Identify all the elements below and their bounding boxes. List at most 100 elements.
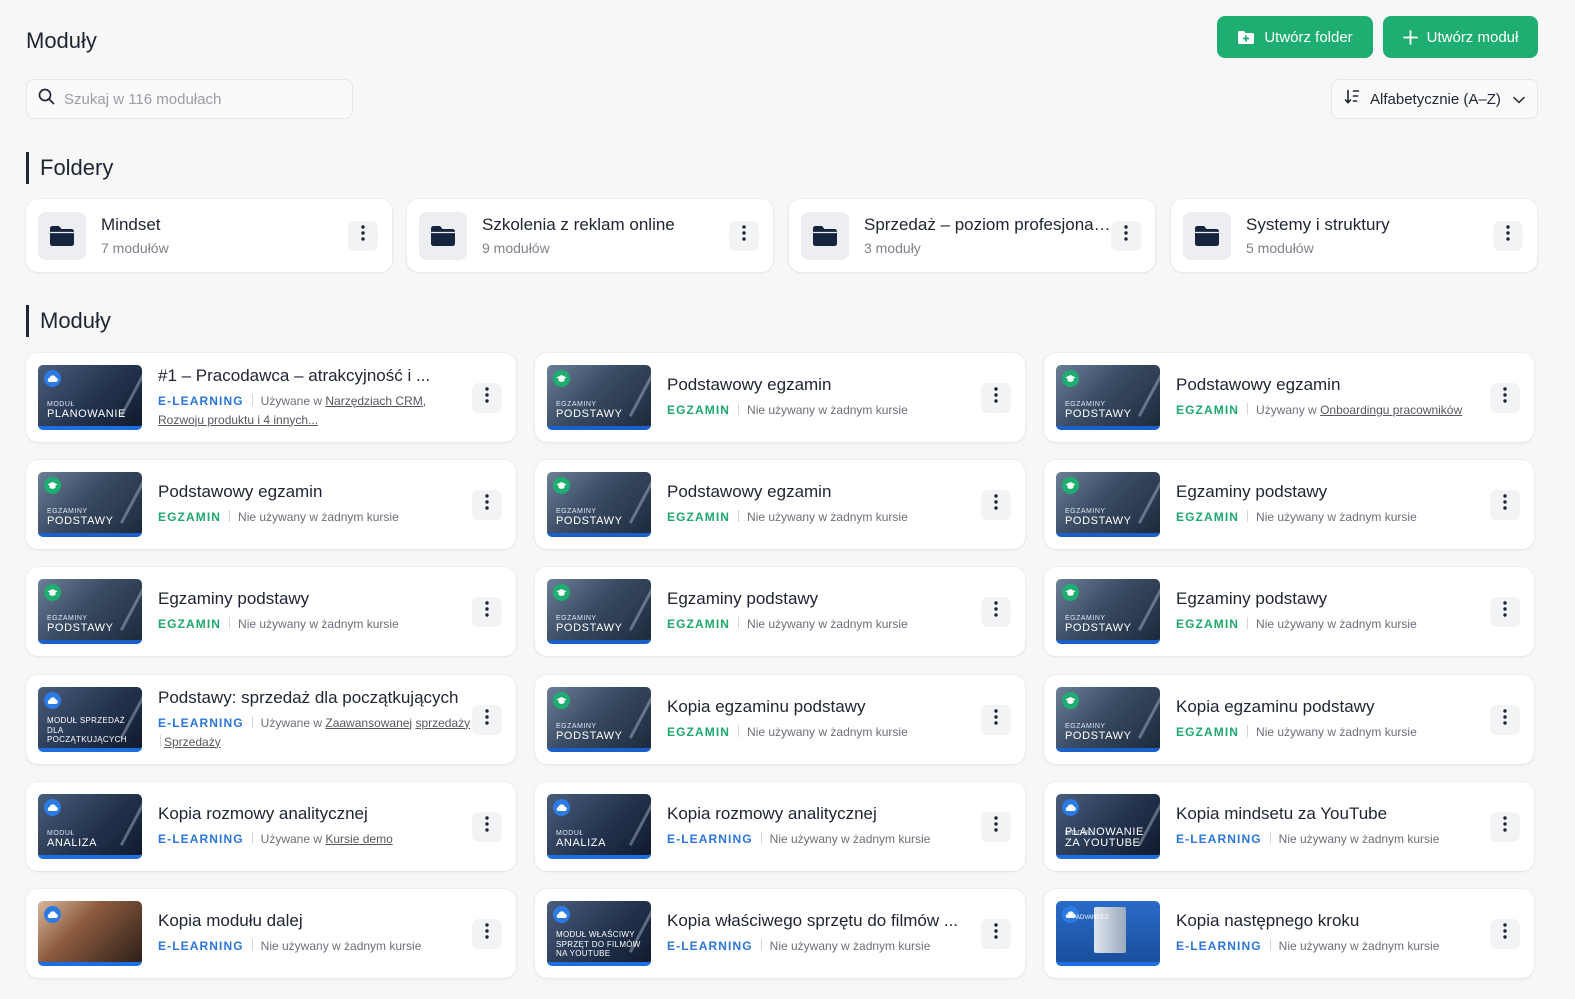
course-link[interactable]: Narzędziach CRM, [325,394,426,408]
module-menu-button[interactable] [981,811,1011,842]
module-menu-button[interactable] [981,489,1011,520]
module-meta: EGZAMIN Nie używany w żadnym kursie [667,615,981,634]
module-menu-button[interactable] [981,382,1011,413]
create-module-button[interactable]: Utwórz moduł [1383,16,1538,58]
course-link[interactable]: Rozwoju produktu i 4 innych... [158,413,318,427]
folder-card[interactable]: Szkolenia z reklam online 9 modułów [407,199,773,272]
module-meta: E-LEARNING Nie używany w żadnym kursie [1176,830,1490,849]
folder-text: Systemy i struktury 5 modułów [1246,215,1493,256]
thumbnail-caption: Egzaminy [556,723,597,730]
folder-count: 5 modułów [1246,240,1314,256]
module-card[interactable]: Egzaminy PODSTAWY Kopia egzaminu podstawy E… [1044,675,1534,764]
sort-label: Alfabetycznie (A–Z) [1370,90,1501,108]
module-menu-button[interactable] [472,382,502,413]
create-folder-label: Utwórz folder [1264,28,1353,46]
module-card[interactable]: Kopia modułu dalej E-LEARNING Nie używany … [26,889,516,978]
module-menu-button[interactable] [1490,382,1520,413]
create-folder-button[interactable]: Utwórz folder [1217,16,1373,58]
cloud-icon [553,906,570,923]
module-card[interactable]: Egzaminy PODSTAWY Egzaminy podstawy EGZAMIN… [1044,460,1534,549]
folder-icon [419,211,467,260]
module-thumbnail: Egzaminy PODSTAWY [38,579,142,644]
module-meta: E-LEARNING Nie używany w żadnym kursie [667,830,981,849]
module-text: Podstawowy egzamin EGZAMIN Nie używany w ż… [667,375,981,420]
module-usage-status: Nie używany w żadnym kursie [238,617,399,631]
module-menu-button[interactable] [472,596,502,627]
module-text: Podstawowy egzamin EGZAMIN Używany w Onboa… [1176,375,1490,420]
course-link[interactable]: Kursie demo [325,832,392,846]
folder-menu-button[interactable] [348,220,378,251]
module-menu-button[interactable] [472,489,502,520]
folder-menu-button[interactable] [1111,220,1141,251]
module-menu-button[interactable] [981,704,1011,735]
thumbnail-title: PODSTAWY [556,622,623,635]
module-type: EGZAMIN [1176,725,1240,739]
module-text: Kopia następnego kroku E-LEARNING Nie używ… [1176,911,1490,956]
folder-menu-button[interactable] [729,220,759,251]
module-title: Egzaminy podstawy [158,589,310,608]
module-card[interactable]: Moduł ANALIZA Kopia rozmowy analitycznej E-… [26,782,516,871]
graduation-cap-icon [44,477,61,494]
folder-card[interactable]: Systemy i struktury 5 modułów [1171,199,1537,272]
module-card[interactable]: Egzaminy PODSTAWY Egzaminy podstawy EGZAMIN… [1044,567,1534,656]
module-card[interactable]: Moduł PLANOWANIE #1 – Pracodawca – atrakcy… [26,353,516,442]
module-card[interactable]: Moduł ANALIZA Kopia rozmowy analitycznej E-… [535,782,1025,871]
module-card[interactable]: ADVANCED Kopia następnego kroku E-LEARNING… [1044,889,1534,978]
more-vertical-icon [1503,494,1507,515]
module-menu-button[interactable] [1490,489,1520,520]
thumbnail-caption: Egzaminy [1065,615,1106,622]
cloud-icon [553,799,570,816]
module-menu-button[interactable] [472,918,502,949]
thumbnail-title: PODSTAWY [556,515,623,528]
course-link[interactable]: Onboardingu pracowników [1320,403,1462,417]
more-vertical-icon [485,923,489,944]
course-link[interactable]: Sprzedaży [164,735,221,749]
module-usage-status: Nie używany w żadnym kursie [1278,832,1440,846]
module-thumbnail: Moduł ANALIZA [547,794,651,859]
folder-card[interactable]: Sprzedaż – poziom profesjonalny 3 moduły [789,199,1155,272]
thumbnail-title: PODSTAWY [556,408,623,421]
module-card[interactable]: Egzaminy PODSTAWY Podstawowy egzamin EGZAMI… [26,460,516,549]
more-vertical-icon [361,225,365,246]
module-meta: EGZAMIN Używany w Onboardingu pracowników [1176,401,1490,420]
thumbnail-caption: Egzaminy [47,508,88,515]
module-thumbnail: Egzaminy PODSTAWY [547,687,651,752]
module-card[interactable]: Moduł Właściwy sprzęt do filmów na YouTu… [535,889,1025,978]
module-meta: EGZAMIN Nie używany w żadnym kursie [158,508,472,527]
module-text: Kopia modułu dalej E-LEARNING Nie używany … [158,911,472,956]
folder-card[interactable]: Mindset 7 modułów [26,199,392,272]
module-card[interactable]: Egzaminy PODSTAWY Podstawowy egzamin EGZAMI… [535,353,1025,442]
module-card[interactable]: Egzaminy PODSTAWY Podstawowy egzamin EGZAMI… [1044,353,1534,442]
module-card[interactable]: Moduł Sprzedaż dla początkujących Podstaw… [26,675,516,764]
create-module-label: Utwórz moduł [1426,28,1519,46]
search-input[interactable] [64,90,334,108]
module-menu-button[interactable] [472,811,502,842]
module-title: Podstawowy egzamin [667,375,832,394]
module-card[interactable]: Moduł PLANOWANIE ZA YOUTUBE Kopia mindsetu… [1044,782,1534,871]
thumbnail-caption: Egzaminy [1065,401,1106,408]
plus-icon [1402,29,1418,45]
thumbnail-title: PODSTAWY [47,622,114,635]
module-usage-status: Nie używany w żadnym kursie [238,510,399,524]
module-title: Podstawowy egzamin [1176,375,1341,394]
module-menu-button[interactable] [1490,918,1520,949]
module-meta: E-LEARNING Używane w Kursie demo [158,830,472,849]
module-type: E-LEARNING [1176,832,1262,846]
module-menu-button[interactable] [472,704,502,735]
module-menu-button[interactable] [981,596,1011,627]
folder-menu-button[interactable] [1493,220,1523,251]
module-usage-status: Nie używany w żadnym kursie [1256,725,1417,739]
thumbnail-title: ANALIZA [556,837,607,850]
module-card[interactable]: Egzaminy PODSTAWY Podstawowy egzamin EGZAMI… [535,460,1025,549]
module-card[interactable]: Egzaminy PODSTAWY Kopia egzaminu podstawy E… [535,675,1025,764]
module-menu-button[interactable] [981,918,1011,949]
module-menu-button[interactable] [1490,811,1520,842]
module-title: Podstawowy egzamin [667,482,832,501]
module-card[interactable]: Egzaminy PODSTAWY Egzaminy podstawy EGZAMIN… [535,567,1025,656]
module-menu-button[interactable] [1490,704,1520,735]
module-menu-button[interactable] [1490,596,1520,627]
sort-select[interactable]: Alfabetycznie (A–Z) [1331,79,1538,119]
course-link[interactable]: Zaawansowanej [325,716,412,730]
module-card[interactable]: Egzaminy PODSTAWY Egzaminy podstawy EGZAMIN… [26,567,516,656]
course-link[interactable]: sprzedaży [415,716,470,730]
